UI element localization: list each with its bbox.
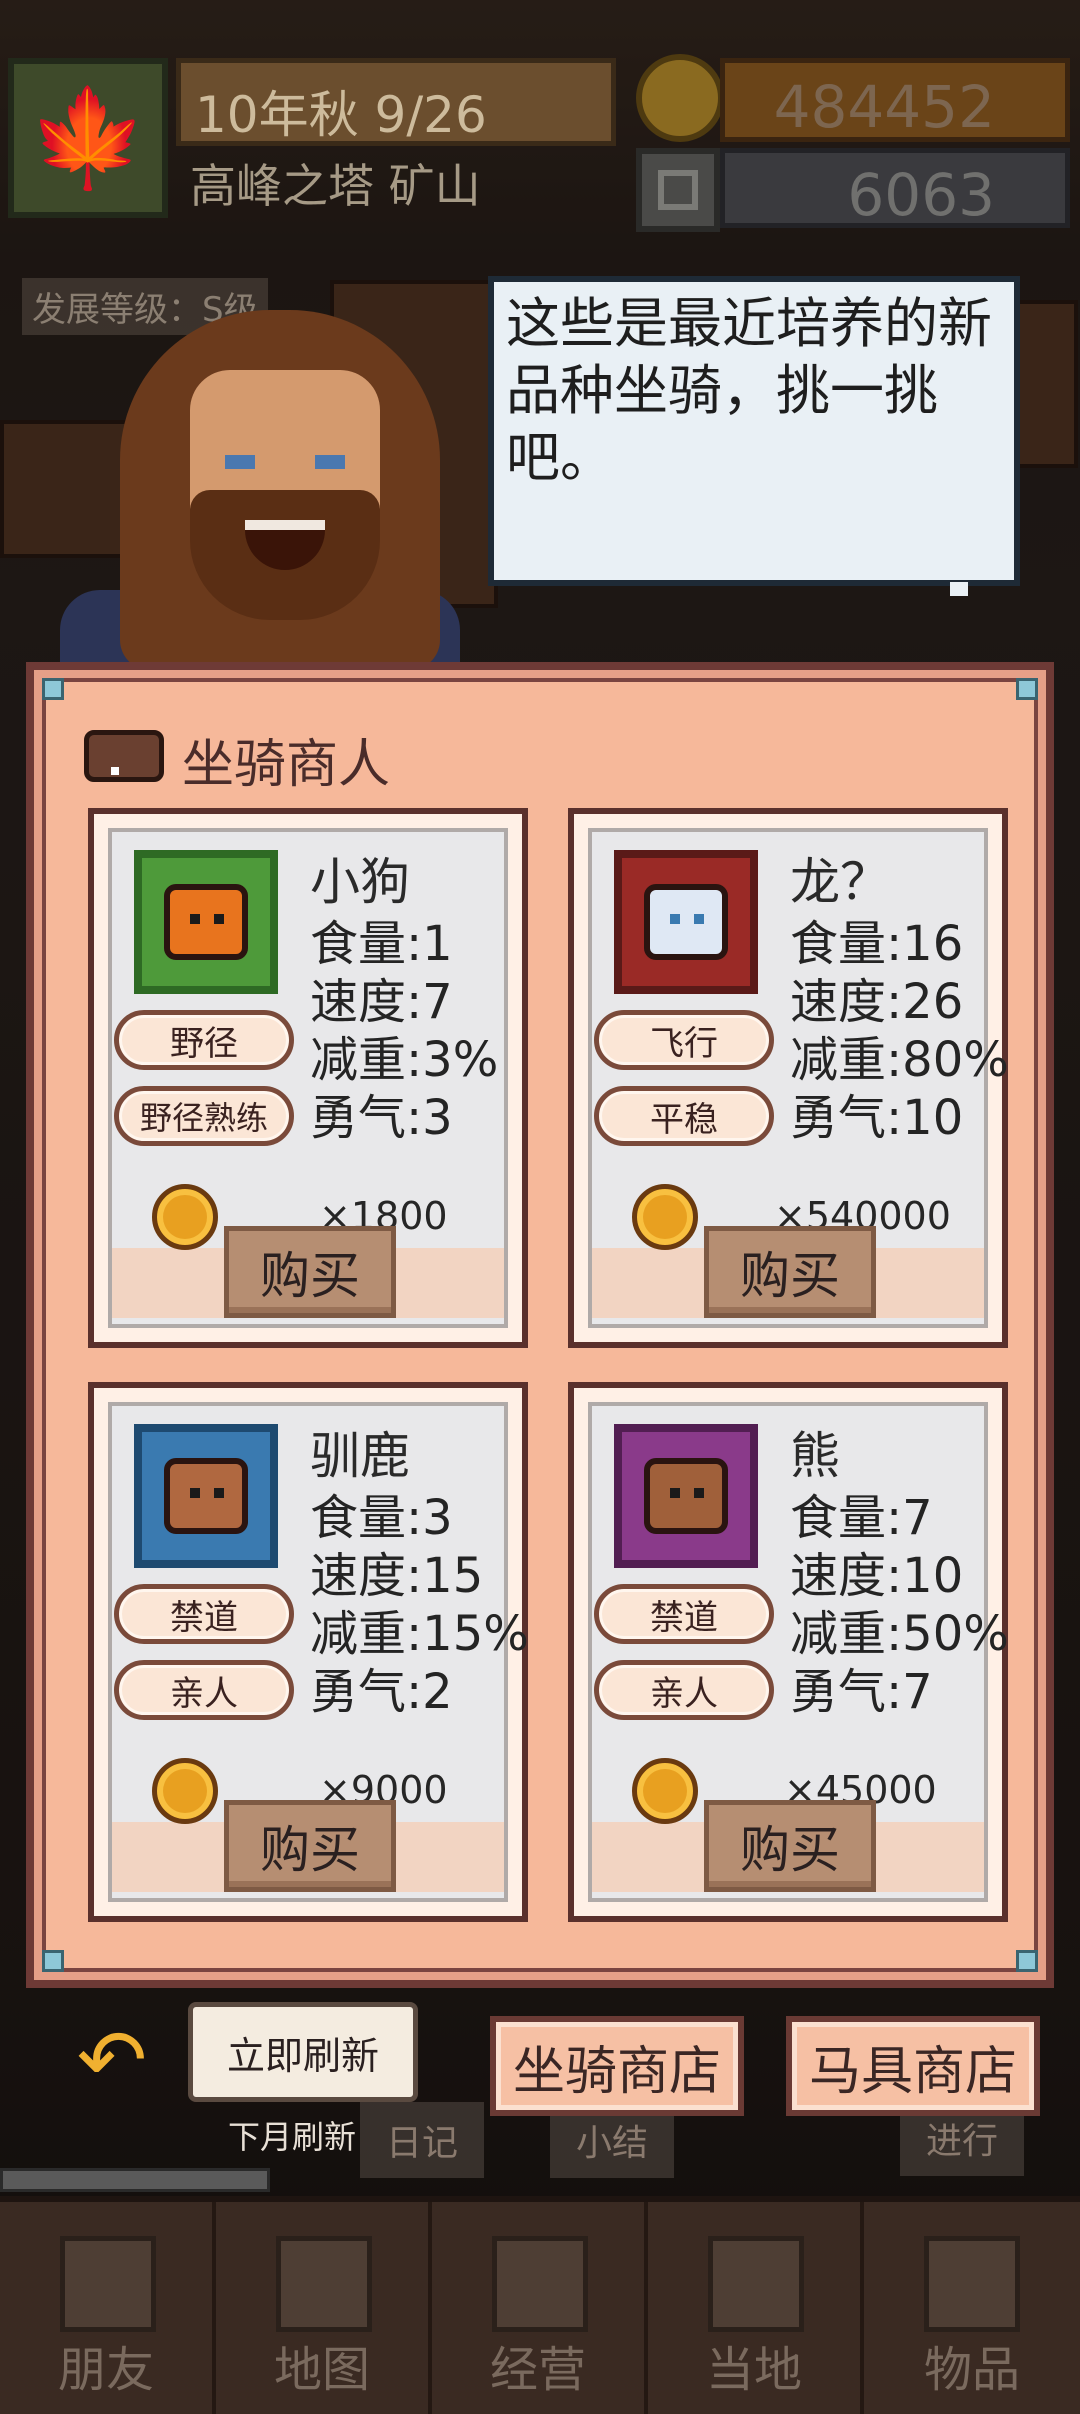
tack-shop-tab[interactable]: 马具商店 [786, 2016, 1040, 2116]
nav-label: 朋友 [57, 2342, 154, 2398]
nav-label: 地图 [273, 2342, 370, 2398]
trait-tag: 飞行 [594, 1010, 774, 1070]
stat-courage: 勇气:2 [310, 1664, 453, 1720]
merchant-portrait [20, 290, 490, 680]
map-icon [276, 2236, 372, 2332]
mount-portrait [614, 1424, 758, 1568]
season-badge: 🍁 [8, 58, 168, 218]
mount-merchant-panel: 坐骑商人 小狗 食量:1 速度:7 减重:3% 勇气:3 野径 野径熟练 ×18… [26, 662, 1054, 1988]
stat-courage: 勇气:10 [790, 1090, 964, 1146]
trait-tag: 禁道 [114, 1584, 294, 1644]
mount-portrait [134, 1424, 278, 1568]
refresh-now-button[interactable]: 立即刷新 [188, 2002, 418, 2102]
bottom-nav: 朋友 地图 经营 当地 物品 [0, 2196, 1080, 2414]
mount-card-dragon: 龙？ 食量:16 速度:26 减重:80% 勇气:10 飞行 平稳 ×54000… [568, 808, 1009, 1348]
refresh-icon[interactable]: ↶ [62, 2010, 162, 2110]
buy-button[interactable]: 购买 [704, 1800, 876, 1892]
nav-map[interactable]: 地图 [216, 2202, 432, 2414]
mount-card-bear: 熊 食量:7 速度:10 减重:50% 勇气:7 禁道 亲人 ×45000 购买 [568, 1382, 1009, 1922]
gem-amount: 6063 [847, 161, 995, 229]
buy-button[interactable]: 购买 [704, 1226, 876, 1318]
bag-icon [924, 2236, 1020, 2332]
boar-icon [74, 712, 168, 788]
mount-portrait [614, 850, 758, 994]
flag-icon [708, 2236, 804, 2332]
panel-corner-gem [1016, 1950, 1038, 1972]
nav-friends[interactable]: 朋友 [0, 2202, 216, 2414]
panel-corner-gem [42, 678, 64, 700]
stat-courage: 勇气:3 [310, 1090, 453, 1146]
panel-corner-gem [42, 1950, 64, 1972]
diary-button[interactable]: 日记 [360, 2102, 485, 2178]
trait-tag: 禁道 [594, 1584, 774, 1644]
mount-shop-tab[interactable]: 坐骑商店 [490, 2016, 744, 2116]
reindeer-icon [164, 1458, 248, 1534]
trait-tag: 野径熟练 [114, 1086, 294, 1146]
mount-card-dog: 小狗 食量:1 速度:7 减重:3% 勇气:3 野径 野径熟练 ×1800 购买 [88, 808, 528, 1348]
coin-icon [632, 1758, 698, 1824]
speech-bubble-tail [950, 582, 968, 596]
trait-tag: 亲人 [114, 1660, 294, 1720]
bear-icon [644, 1458, 728, 1534]
coin-icon [632, 1184, 698, 1250]
date-panel: 10年秋 9/26 [176, 58, 616, 146]
shield-icon [60, 2236, 156, 2332]
gem-counter: 6063 [720, 148, 1070, 229]
mount-portrait [134, 850, 278, 994]
dragon-icon [644, 884, 728, 960]
refresh-note: 下月刷新 [228, 2118, 357, 2156]
gem-icon [636, 148, 720, 232]
nav-manage[interactable]: 经营 [432, 2202, 648, 2414]
buy-button[interactable]: 购买 [224, 1226, 396, 1318]
nav-items[interactable]: 物品 [864, 2202, 1080, 2414]
dog-icon [164, 884, 248, 960]
gold-coin-icon [636, 54, 724, 142]
gold-counter: 484452 [720, 58, 1070, 142]
date-text: 10年秋 9/26 [195, 86, 487, 144]
panel-corner-gem [1016, 678, 1038, 700]
merchant-eye [315, 455, 345, 469]
coin-icon [152, 1184, 218, 1250]
nav-label: 物品 [923, 2342, 1020, 2398]
maple-leaf-icon: 🍁 [28, 82, 148, 194]
speech-text: 这些是最近培养的新品种坐骑，挑一挑吧。 [506, 292, 992, 489]
progress-strip [0, 2168, 270, 2192]
trait-tag: 平稳 [594, 1086, 774, 1146]
coin-icon [152, 1758, 218, 1824]
coin-stack-icon [492, 2236, 588, 2332]
stat-courage: 勇气:7 [790, 1664, 933, 1720]
nav-label: 当地 [705, 2342, 802, 2398]
trait-tag: 亲人 [594, 1660, 774, 1720]
nav-local[interactable]: 当地 [648, 2202, 864, 2414]
location-text: 高峰之塔 矿山 [190, 159, 481, 213]
buy-button[interactable]: 购买 [224, 1800, 396, 1892]
trait-tag: 野径 [114, 1010, 294, 1070]
speech-bubble: 这些是最近培养的新品种坐骑，挑一挑吧。 [488, 276, 1020, 586]
mount-card-reindeer: 驯鹿 食量:3 速度:15 减重:15% 勇气:2 禁道 亲人 ×9000 购买 [88, 1382, 529, 1922]
panel-title: 坐骑商人 [182, 735, 391, 795]
top-status-bar: 🍁 10年秋 9/26 高峰之塔 矿山 484452 6063 [0, 50, 1080, 232]
merchant-eye [225, 455, 255, 469]
gold-amount: 484452 [773, 73, 995, 141]
nav-label: 经营 [489, 2342, 586, 2398]
